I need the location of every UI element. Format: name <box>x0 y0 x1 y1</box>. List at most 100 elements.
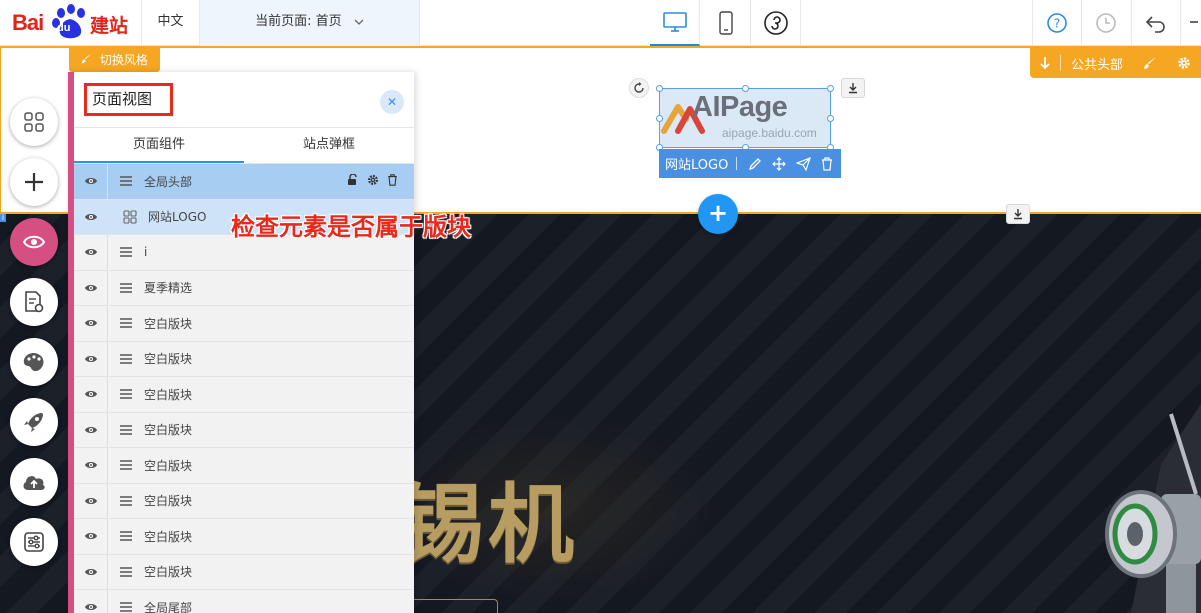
component-row[interactable]: 全局尾部 <box>74 590 414 613</box>
mobile-view-button[interactable] <box>701 0 751 46</box>
undo-icon <box>1145 16 1165 33</box>
edit-button[interactable] <box>743 149 767 178</box>
drag-handle-icon[interactable] <box>108 247 144 258</box>
add-section-button[interactable]: + <box>698 194 738 234</box>
component-row[interactable]: 空白版块 <box>74 377 414 413</box>
site-settings-button[interactable] <box>10 518 58 566</box>
component-row[interactable]: 空白版块 <box>74 483 414 519</box>
drag-handle-icon[interactable] <box>108 176 144 187</box>
send-button[interactable] <box>791 149 815 178</box>
rotate-button[interactable] <box>629 78 649 98</box>
drag-handle-icon[interactable] <box>108 566 144 577</box>
drag-handle-icon[interactable] <box>108 424 144 435</box>
top-bar: Bai du 建站 中文 当前页面: 首页 ? <box>0 0 1201 46</box>
eye-icon[interactable] <box>74 448 108 483</box>
help-icon: ? <box>1046 13 1067 33</box>
component-row[interactable]: 空白版块 <box>74 412 414 448</box>
switch-style-button[interactable]: 切换风格 <box>69 48 160 72</box>
move-button[interactable] <box>767 149 791 178</box>
page-view-panel: 页面视图 ✕ 页面组件 站点弹框 全局头部 网站LOGO i 夏季精选 空白版块 空白版块… <box>68 72 414 613</box>
drag-handle-icon[interactable] <box>108 318 144 329</box>
download-icon <box>849 83 857 94</box>
component-row-label: 空白版块 <box>144 316 193 331</box>
brush-icon <box>81 48 92 72</box>
tab-page-components[interactable]: 页面组件 <box>74 128 244 163</box>
page-view-button[interactable] <box>10 218 58 266</box>
drag-handle-icon[interactable] <box>108 389 144 400</box>
resize-handle[interactable] <box>742 85 749 92</box>
help-button[interactable]: ? <box>1032 0 1080 46</box>
unlock-icon[interactable] <box>347 173 359 189</box>
language-switch[interactable]: 中文 <box>142 0 200 46</box>
component-row[interactable]: 全局头部 <box>74 164 414 200</box>
editor-root: Bai du 建站 中文 当前页面: 首页 ? 切换风格 公共头部 AIPage… <box>0 0 1201 613</box>
add-component-button[interactable] <box>10 158 58 206</box>
component-row[interactable]: 夏季精选 <box>74 270 414 306</box>
eye-icon[interactable] <box>74 483 108 518</box>
resize-handle[interactable] <box>827 115 834 122</box>
chevron-down-icon <box>354 1 364 45</box>
header-settings-button[interactable] <box>1167 48 1201 78</box>
eye-icon[interactable] <box>74 377 108 412</box>
drag-handle-icon[interactable] <box>108 602 144 613</box>
component-row-label: 空白版块 <box>144 387 193 402</box>
grid-icon[interactable] <box>112 210 148 224</box>
download-header-button[interactable] <box>1030 48 1060 78</box>
current-page-select[interactable]: 当前页面: 首页 <box>200 0 420 46</box>
component-row[interactable]: 空白版块 <box>74 306 414 342</box>
theme-button[interactable] <box>10 338 58 386</box>
rotate-icon <box>634 82 644 93</box>
close-icon[interactable]: ✕ <box>380 90 404 114</box>
eye-icon[interactable] <box>74 519 108 554</box>
grid-icon <box>24 112 44 132</box>
eye-icon[interactable] <box>74 412 108 447</box>
resize-handle[interactable] <box>656 115 663 122</box>
redo-button[interactable] <box>1180 0 1201 46</box>
eye-icon[interactable] <box>74 199 108 234</box>
drag-handle-icon[interactable] <box>108 531 144 542</box>
banner-title: 锡机 <box>398 474 578 575</box>
undo-button[interactable] <box>1131 0 1179 46</box>
component-row-label: 夏季精选 <box>144 281 193 296</box>
brand-bai-text: Bai <box>12 10 44 35</box>
miniprogram-view-button[interactable] <box>751 0 801 46</box>
panel-header: 页面视图 ✕ <box>74 72 414 128</box>
history-button[interactable] <box>1081 0 1129 46</box>
tab-site-popups[interactable]: 站点弹框 <box>244 128 414 163</box>
component-row[interactable]: 空白版块 <box>74 341 414 377</box>
eye-icon[interactable] <box>74 235 108 270</box>
header-style-button[interactable] <box>1133 48 1167 78</box>
component-row[interactable]: 空白版块 <box>74 554 414 590</box>
eye-icon[interactable] <box>74 270 108 305</box>
resize-handle[interactable] <box>827 85 834 92</box>
site-logo[interactable]: AIPage aipage.baidu.com <box>656 85 834 151</box>
component-row-label: 空白版块 <box>144 458 193 473</box>
drag-handle-icon[interactable] <box>108 353 144 364</box>
component-row[interactable]: 空白版块 <box>74 448 414 484</box>
download-logo-button[interactable] <box>841 78 865 98</box>
drag-handle-icon[interactable] <box>108 460 144 471</box>
page-settings-button[interactable] <box>10 278 58 326</box>
upload-button[interactable] <box>10 458 58 506</box>
drag-handle-icon[interactable] <box>108 282 144 293</box>
eye-icon[interactable] <box>74 590 108 613</box>
drag-handle-icon[interactable] <box>108 495 144 506</box>
document-gear-icon <box>25 291 44 313</box>
publish-button[interactable] <box>10 398 58 446</box>
public-header-label[interactable]: 公共头部 <box>1061 48 1133 78</box>
eye-icon[interactable] <box>74 164 108 199</box>
component-row-label: 空白版块 <box>144 529 193 544</box>
gear-icon[interactable] <box>367 174 379 189</box>
download-section-button[interactable] <box>1006 204 1030 224</box>
delete-button[interactable] <box>815 149 839 178</box>
resize-handle[interactable] <box>656 85 663 92</box>
trash-icon[interactable] <box>387 174 398 189</box>
aipage-logo-subtext: aipage.baidu.com <box>722 126 817 140</box>
component-row[interactable]: 空白版块 <box>74 519 414 555</box>
components-button[interactable] <box>10 98 58 146</box>
eye-icon[interactable] <box>74 554 108 589</box>
eye-icon[interactable] <box>74 341 108 376</box>
eye-icon[interactable] <box>74 306 108 341</box>
desktop-view-button[interactable] <box>650 0 700 46</box>
brand-logo[interactable]: Bai du 建站 <box>0 0 142 46</box>
